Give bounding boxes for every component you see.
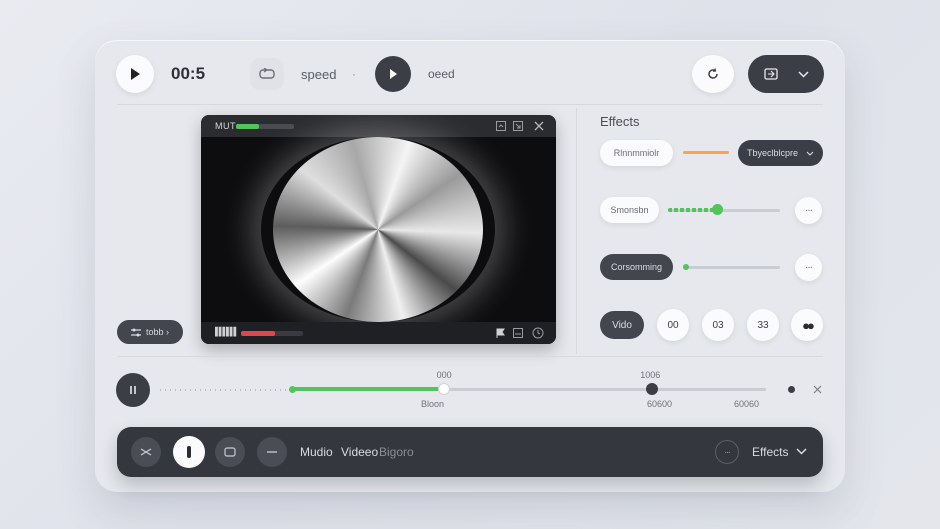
filter-button[interactable]: tobb ›: [117, 320, 183, 344]
speed-label[interactable]: speed: [301, 67, 336, 82]
minus-icon: [267, 451, 277, 453]
minus-button[interactable]: [257, 437, 287, 467]
effect-row2-more-button[interactable]: ···: [795, 197, 822, 224]
effect-row1-dropdown-text: Tbyeclblcpre: [746, 148, 799, 158]
chevron-down-icon: [806, 151, 814, 156]
more-icon: ···: [724, 447, 731, 457]
timeline-played-fill: [292, 387, 444, 391]
extra-tab[interactable]: Bigoro: [379, 445, 414, 459]
effects-heading: Effects: [600, 114, 640, 129]
more-icon: ···: [805, 262, 813, 273]
effect-chip-3-text: 33: [757, 319, 769, 331]
export-icon: [763, 68, 778, 80]
more-options-button[interactable]: ···: [715, 440, 739, 464]
video-titlebar: MUT: [201, 115, 556, 137]
subtitles-icon[interactable]: [513, 328, 523, 338]
effect-row3-text: Corsomming: [610, 262, 662, 272]
chevron-down-icon[interactable]: [796, 448, 807, 455]
video-tab[interactable]: Videeo: [341, 445, 378, 459]
volume-bars: ▌▌▌▌▌▌: [215, 327, 239, 336]
effect-row1-text: Rlnnmmiolr: [613, 148, 660, 158]
loop-icon: [259, 68, 275, 79]
effect-row1-dropdown[interactable]: Tbyeclblcpre: [738, 140, 823, 166]
timeline-pause-button[interactable]: [116, 373, 150, 407]
center-play-button[interactable]: [375, 56, 411, 92]
timeline-below-label-c: 60060: [734, 399, 760, 409]
chevron-down-icon: [797, 70, 809, 78]
effect-chip-1-text: 00: [667, 319, 679, 331]
play-button[interactable]: [116, 55, 154, 93]
effect-row3-label[interactable]: Corsomming: [600, 254, 673, 280]
play-icon: [131, 68, 140, 80]
middle-divider: [117, 356, 823, 357]
toggle-dots-icon: ●●: [802, 317, 815, 333]
effect-row3-more-button[interactable]: ···: [795, 254, 822, 281]
video-top-progress-fill: [236, 124, 260, 129]
video-bottom-progress-fill: [241, 331, 276, 336]
close-icon[interactable]: [534, 121, 544, 131]
settings-icon[interactable]: [532, 327, 544, 339]
pip-icon[interactable]: [513, 121, 523, 131]
shuffle-button[interactable]: [131, 437, 161, 467]
effect-row4-label[interactable]: Vido: [600, 311, 644, 339]
bottom-toolbar: Mudio Videeo Bigoro ··· Effects: [117, 427, 823, 477]
shuffle-icon: [140, 448, 152, 456]
timeline-start-dot: [289, 386, 296, 393]
record-button[interactable]: [173, 436, 205, 468]
speed-separator: ·: [352, 67, 356, 81]
effect-row3-slider-track[interactable]: [683, 266, 780, 269]
effect-row1-bar: [683, 151, 729, 154]
close-icon[interactable]: [813, 385, 822, 394]
refresh-icon: [708, 68, 718, 79]
effect-row2-label[interactable]: Smonsbn: [600, 197, 659, 223]
top-divider: [117, 104, 823, 105]
video-frame: [273, 137, 483, 322]
effect-chip-2-text: 03: [712, 319, 724, 331]
speed-label-secondary: oeed: [428, 67, 455, 81]
audio-tab[interactable]: Mudio: [300, 445, 333, 459]
timeline-playhead-label: 000: [436, 370, 452, 380]
reset-button[interactable]: [692, 55, 734, 93]
video-title: MUT: [215, 121, 236, 131]
minimize-icon[interactable]: [496, 121, 506, 131]
effects-tab[interactable]: Effects: [752, 445, 788, 459]
time-display: 00:5: [171, 64, 206, 83]
effect-chip-1[interactable]: 00: [657, 309, 689, 341]
effect-row2-slider-fill: [668, 208, 718, 212]
adjust-icon: [130, 328, 141, 336]
timeline-below-label-a: Bloon: [421, 399, 445, 409]
effect-row2-text: Smonsbn: [610, 205, 649, 215]
record-icon: [187, 446, 191, 458]
timeline-tick-marks: [160, 389, 290, 391]
filter-label: tobb ›: [145, 327, 169, 337]
play-icon: [390, 69, 397, 79]
pause-icon: [130, 386, 136, 394]
timeline-end-dot[interactable]: [788, 386, 795, 393]
loop-button[interactable]: [250, 58, 284, 90]
effect-row4-text: Vido: [612, 319, 632, 331]
effect-chip-4[interactable]: ●●: [791, 309, 823, 341]
timeline-playhead[interactable]: [437, 383, 450, 395]
effect-row3-slider-knob[interactable]: [682, 264, 689, 270]
timeline-below-label-b: 60600: [647, 399, 673, 409]
clip-icon: [224, 447, 236, 457]
effect-row1-label[interactable]: Rlnnmmiolr: [600, 140, 673, 166]
effect-chip-2[interactable]: 03: [702, 309, 734, 341]
vertical-divider: [576, 108, 577, 354]
video-player[interactable]: MUT ▌▌▌▌▌▌: [201, 115, 556, 344]
effect-chip-3[interactable]: 33: [747, 309, 779, 341]
video-controls: ▌▌▌▌▌▌: [201, 322, 556, 344]
clip-button[interactable]: [215, 437, 245, 467]
more-icon: ···: [805, 205, 813, 216]
export-menu-button[interactable]: [748, 55, 824, 93]
timeline-marker-label: 1006: [640, 370, 661, 380]
flag-icon[interactable]: [496, 328, 505, 338]
